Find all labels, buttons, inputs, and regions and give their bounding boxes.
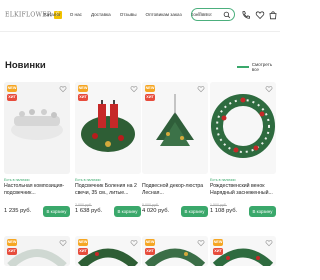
product-price: 4 020 руб. (142, 208, 170, 214)
add-to-cart-button[interactable]: В корзину (181, 206, 208, 217)
badge-new: NEW (145, 239, 155, 246)
favorite-icon[interactable] (130, 239, 138, 247)
add-to-cart-button[interactable]: В корзину (114, 206, 141, 217)
favorite-icon[interactable] (197, 85, 205, 93)
see-all-link[interactable]: Смотреть все (237, 62, 280, 72)
availability-text: Есть в наличии (210, 178, 236, 182)
see-all-label: Смотреть все (251, 62, 273, 72)
product-name[interactable]: Подвесной декор-люстра Лесная... (142, 183, 208, 196)
product-price: 1 235 руб. (4, 208, 32, 214)
product-card[interactable]: NEW ХИТ Есть в наличии Подсвечник Болени… (75, 82, 141, 222)
product-name[interactable]: Рождественский венок Нарядный заснеженны… (210, 183, 276, 196)
product-image[interactable]: NEW ХИТ (75, 82, 141, 174)
phone-icon[interactable] (241, 10, 251, 20)
badge-hit: ХИТ (145, 94, 155, 101)
badge-new: NEW (78, 239, 88, 246)
product-card[interactable]: NEW ХИТ (75, 236, 141, 266)
nav-item-catalog[interactable]: Каталог (44, 12, 61, 17)
search-input[interactable]: Поиск (191, 8, 235, 21)
site-header: ELKIFLOWER Ё Каталог О нас Доставка Отзыв… (0, 0, 280, 32)
badge-hit: ХИТ (145, 248, 155, 255)
badge-hit: ХИТ (213, 248, 223, 255)
product-name[interactable]: Подсвечник Боления на 2 свечи, 35 см., л… (75, 183, 141, 196)
badge-new: NEW (7, 239, 17, 246)
add-to-cart-button[interactable]: В корзину (43, 206, 70, 217)
badge-hit: ХИТ (7, 94, 17, 101)
product-card[interactable]: Есть в наличии Рождественский венок Наря… (210, 82, 276, 222)
heart-icon[interactable] (255, 10, 265, 20)
badge-new: NEW (145, 85, 155, 92)
badge-new: NEW (7, 85, 17, 92)
favorite-icon[interactable] (59, 85, 67, 93)
favorite-icon[interactable] (265, 239, 273, 247)
nav-item-delivery[interactable]: Доставка (91, 12, 111, 17)
nav-item-reviews[interactable]: Отзывы (120, 12, 137, 17)
product-price: 1 638 руб. (75, 208, 103, 214)
product-card[interactable]: NEW ХИТ Есть в наличии Настольная композ… (4, 82, 70, 222)
favorite-icon[interactable] (59, 239, 67, 247)
product-card[interactable]: NEW ХИТ (210, 236, 276, 266)
product-card[interactable]: NEW ХИТ (142, 236, 208, 266)
availability-text: Есть в наличии (75, 178, 101, 182)
nav-item-wholesale[interactable]: Оптовикам заказ (146, 12, 182, 17)
nav-item-about[interactable]: О нас (70, 12, 82, 17)
availability-text: Есть в наличии (4, 178, 30, 182)
favorite-icon[interactable] (130, 85, 138, 93)
see-all-line (237, 66, 249, 68)
product-image[interactable]: NEW ХИТ (142, 82, 208, 174)
search-placeholder: Поиск (198, 12, 212, 18)
badge-hit: ХИТ (7, 248, 17, 255)
product-price: 1 108 руб. (210, 208, 238, 214)
favorite-icon[interactable] (265, 85, 273, 93)
section-title: Новинки (5, 60, 46, 71)
favorite-icon[interactable] (197, 239, 205, 247)
product-image[interactable] (210, 82, 276, 174)
search-icon[interactable] (223, 11, 231, 19)
old-price: 2 000 руб. (75, 203, 92, 207)
main-nav: Каталог О нас Доставка Отзывы Оптовикам … (44, 12, 211, 17)
cart-icon[interactable] (268, 10, 278, 20)
badge-new: NEW (78, 85, 88, 92)
old-price: 1 500 руб. (210, 203, 227, 207)
add-to-cart-button[interactable]: В корзину (249, 206, 276, 217)
badge-hit: ХИТ (78, 248, 88, 255)
badge-new: NEW (213, 239, 223, 246)
product-image[interactable]: NEW ХИТ (4, 82, 70, 174)
old-price: 5 000 руб. (142, 203, 159, 207)
product-photo (210, 82, 276, 174)
badge-hit: ХИТ (78, 94, 88, 101)
product-name[interactable]: Настольная композиция-подсвечник... (4, 183, 70, 196)
product-card[interactable]: NEW ХИТ Подвесной декор-люстра Лесная...… (142, 82, 208, 222)
product-card[interactable]: NEW ХИТ (4, 236, 70, 266)
